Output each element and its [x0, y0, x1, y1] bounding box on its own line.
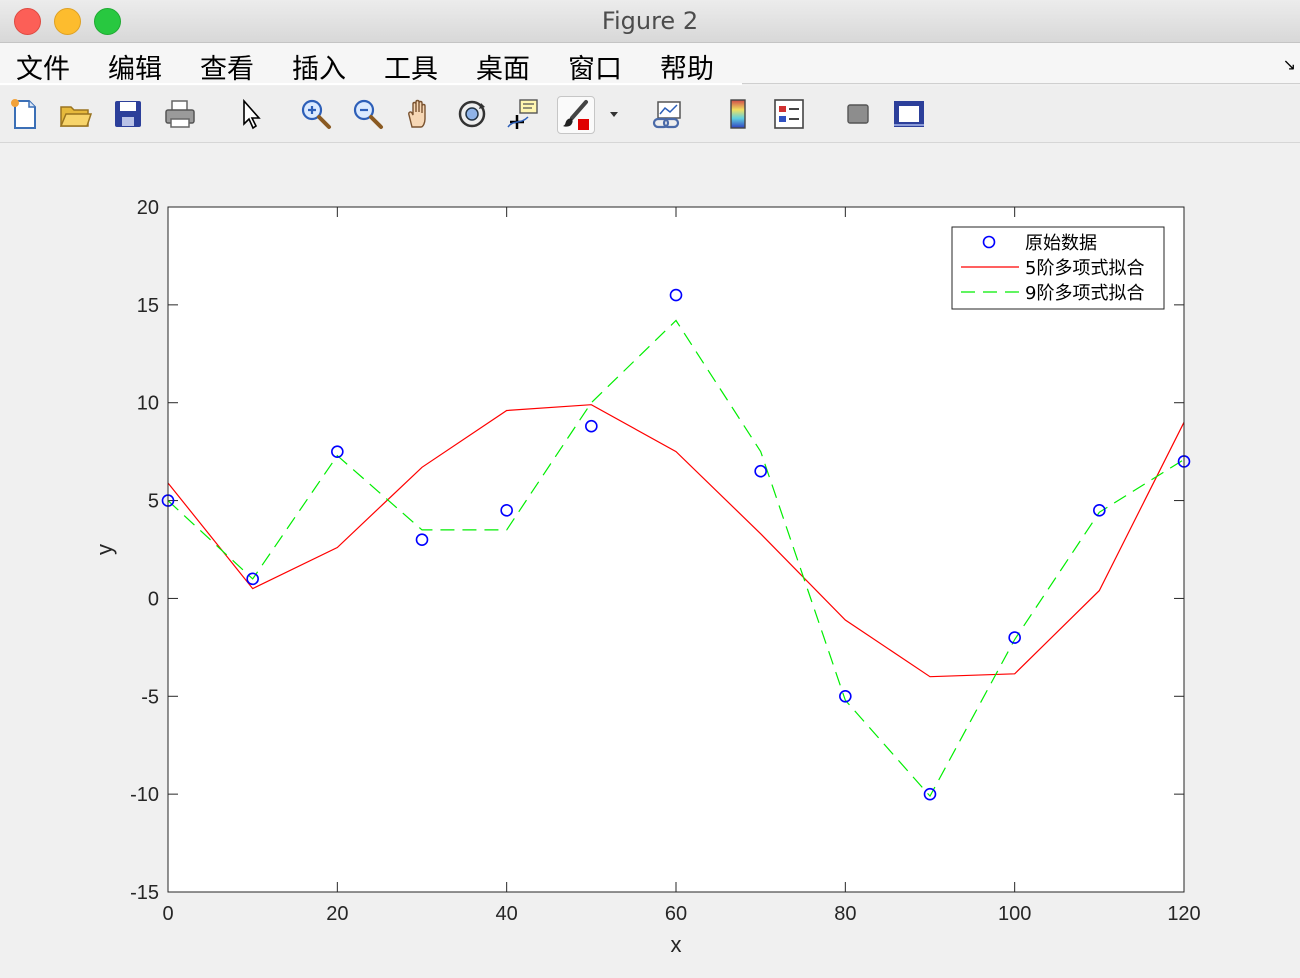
dock-arrow-icon[interactable]: ↘ [1283, 55, 1296, 74]
title-bar: Figure 2 [0, 0, 1300, 43]
new-figure-icon[interactable] [6, 96, 42, 132]
toolbar [0, 86, 1300, 143]
x-tick-label: 120 [1167, 903, 1200, 925]
link-plot-icon[interactable] [651, 96, 687, 132]
x-tick-label: 80 [834, 903, 856, 925]
zoom-in-icon[interactable] [298, 96, 334, 132]
menu-view[interactable]: 查看 [200, 47, 254, 86]
print-icon[interactable] [162, 96, 198, 132]
rotate-3d-icon[interactable] [454, 96, 490, 132]
y-tick-label: 5 [148, 491, 159, 513]
figure-canvas: 0 20 40 60 80 100 120 -15 -10 -5 0 5 10 15 20 x y 原始数据 5阶多… [0, 143, 1300, 978]
menu-tools[interactable]: 工具 [384, 47, 438, 86]
data-cursor-icon[interactable] [505, 96, 541, 132]
menu-bar: 文件 编辑 查看 插入 工具 桌面 窗口 帮助 ↘ [0, 43, 1300, 86]
y-tick-label: 15 [137, 295, 159, 317]
x-tick-label: 40 [496, 903, 518, 925]
y-tick-label: 20 [137, 197, 159, 219]
brush-icon[interactable] [557, 96, 595, 134]
plot-svg: 0 20 40 60 80 100 120 -15 -10 -5 0 5 10 15 20 x y 原始数据 5阶多… [92, 197, 1201, 957]
y-tick-label: -5 [141, 686, 159, 708]
open-file-icon[interactable] [57, 96, 93, 132]
pointer-icon[interactable] [232, 96, 268, 132]
menu-window[interactable]: 窗口 [568, 47, 622, 86]
x-axis-label: x [671, 932, 682, 957]
x-tick-label: 60 [665, 903, 687, 925]
hide-plot-tools-icon[interactable] [840, 96, 876, 132]
legend-entry-label: 原始数据 [1025, 233, 1097, 254]
y-tick-label: 10 [137, 393, 159, 415]
menu-file[interactable]: 文件 [16, 47, 70, 86]
legend-icon[interactable] [771, 96, 807, 132]
x-tick-label: 0 [162, 903, 173, 925]
legend-entry-label: 9阶多项式拟合 [1025, 283, 1144, 304]
zoom-out-icon[interactable] [350, 96, 386, 132]
show-plot-tools-icon[interactable] [891, 96, 927, 132]
y-tick-label: -15 [130, 882, 159, 904]
x-tick-label: 100 [998, 903, 1031, 925]
colorbar-icon[interactable] [720, 96, 756, 132]
window-title: Figure 2 [601, 7, 699, 35]
menu-desktop[interactable]: 桌面 [476, 47, 530, 86]
brush-dropdown-arrow-icon[interactable] [600, 96, 628, 132]
y-axis-label: y [92, 544, 117, 555]
axes-background [168, 207, 1184, 892]
save-icon[interactable] [110, 96, 146, 132]
menu-insert[interactable]: 插入 [292, 47, 346, 86]
pan-hand-icon[interactable] [402, 96, 438, 132]
menu-edit[interactable]: 编辑 [108, 47, 162, 86]
menu-help[interactable]: 帮助 [660, 47, 714, 86]
y-tick-label: -10 [130, 784, 159, 806]
y-tick-label: 0 [148, 588, 159, 610]
legend-entry-label: 5阶多项式拟合 [1025, 258, 1144, 279]
x-tick-label: 20 [326, 903, 348, 925]
